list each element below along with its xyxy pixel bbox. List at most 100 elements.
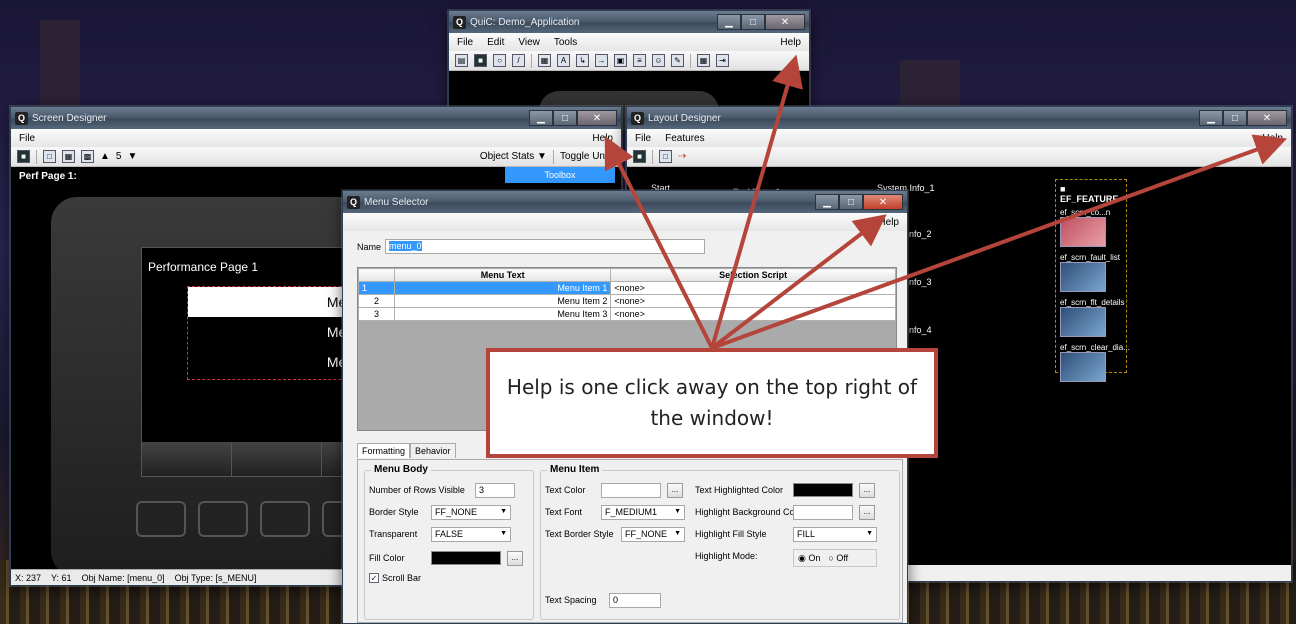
grid-icon[interactable]: ▦ [62,150,75,163]
hardware-button[interactable] [136,501,186,537]
pencil-icon[interactable]: / [512,54,525,67]
maximize-button[interactable]: □ [553,110,577,126]
text-font-label: Text Font [545,507,583,517]
page-down-arrow-icon[interactable]: ▼ [127,151,137,162]
database-icon[interactable]: ≡ [633,54,646,67]
minimize-button[interactable]: ▁ [529,110,553,126]
menu-view[interactable]: View [518,37,540,48]
rows-visible-field[interactable]: 3 [475,483,515,498]
feature-item[interactable]: ef_scrn_flt_details [1060,298,1124,337]
connect-icon[interactable]: ↳ [576,54,589,67]
menu-selector-titlebar[interactable]: Q Menu Selector ▁ □ ✕ [343,191,907,213]
image-icon[interactable]: ▣ [614,54,627,67]
grid-icon[interactable]: ▦ [538,54,551,67]
menu-text-header[interactable]: Menu Text [393,268,612,282]
menu-file[interactable]: File [457,37,473,48]
maximize-button[interactable]: □ [839,194,863,210]
toggle-units-button[interactable]: Toggle Units [560,151,615,162]
close-button[interactable]: ✕ [765,14,805,30]
minimize-button[interactable]: ▁ [815,194,839,210]
feature-item[interactable]: ef_scrn_co...n [1060,208,1122,247]
layout-designer-titlebar[interactable]: Q Layout Designer ▁ □ ✕ [627,107,1291,129]
checkbox-icon[interactable]: ✓ [369,573,379,583]
feature-item[interactable]: ef_scrn_clear_dia... [1060,343,1130,382]
minimize-button[interactable]: ▁ [1199,110,1223,126]
text-icon[interactable]: A [557,54,570,67]
open-icon[interactable]: ▤ [455,54,468,67]
close-button[interactable]: ✕ [577,110,617,126]
toolbox-button[interactable]: Toolbox [505,167,615,183]
radio-unselected-icon[interactable]: ○ [828,553,833,563]
hardware-button[interactable] [198,501,248,537]
close-button[interactable]: ✕ [1247,110,1287,126]
snap-grid-icon[interactable]: ▩ [81,150,94,163]
text-font-select[interactable]: F_MEDIUM1 [601,505,685,520]
import-icon[interactable]: ⇥ [716,54,729,67]
app-icon: Q [631,111,644,125]
text-color-field[interactable] [601,483,661,498]
fill-color-swatch[interactable] [431,551,501,565]
screen-designer-toolbar: ■ □ ▦ ▩ ▲ 5 ▼ Object Stats ▼ Toggle Unit… [11,147,621,167]
menu-body-group: Menu Body Number of Rows Visible 3 Borde… [364,464,534,620]
sys-info-node[interactable]: nfo_3 [909,277,932,287]
selection-script-header[interactable]: Selection Script [610,268,896,282]
help-menu[interactable]: Help [878,217,899,228]
screen-designer-titlebar[interactable]: Q Screen Designer ▁ □ ✕ [11,107,621,129]
quic-main-window: Q QuiC: Demo_Application ▁ □ ✕ File Edit… [448,10,810,131]
table-row[interactable]: 3 Menu Item 3 <none> [358,307,896,321]
feature-group[interactable]: ■ EF_FEATURE ef_scrn_co...n ef_scrn_faul… [1055,179,1130,382]
table-row[interactable]: 2 Menu Item 2 <none> [358,294,896,308]
edit-icon[interactable]: ✎ [671,54,684,67]
frame-icon[interactable]: □ [43,150,56,163]
maximize-button[interactable]: □ [741,14,765,30]
highlight-bg-picker-button[interactable]: ... [859,505,875,520]
minimize-button[interactable]: ▁ [717,14,741,30]
maximize-button[interactable]: □ [1223,110,1247,126]
frame-icon[interactable]: □ [659,150,672,163]
search-icon[interactable]: ○ [493,54,506,67]
tab-formatting[interactable]: Formatting [357,443,411,458]
save-icon[interactable]: ■ [474,54,487,67]
radio-off[interactable]: ○ Off [828,553,848,563]
radio-on[interactable]: ◉ On [798,553,820,564]
border-style-select[interactable]: FF_NONE [431,505,511,520]
sys-info-node[interactable]: nfo_4 [909,325,932,335]
sys-info-node[interactable]: nfo_2 [909,229,932,239]
highlight-mode-radio-group: ◉ On ○ Off [793,549,877,567]
highlighted-color-swatch[interactable] [793,483,853,497]
save-icon[interactable]: ■ [17,150,30,163]
text-spacing-field[interactable]: 0 [609,593,661,608]
menu-file[interactable]: File [635,133,651,144]
name-field[interactable]: menu_0 [385,239,706,254]
scroll-bar-checkbox[interactable]: ✓ Scroll Bar [369,573,421,583]
window-title: Layout Designer [648,112,721,124]
text-border-select[interactable]: FF_NONE [621,527,685,542]
quic-titlebar[interactable]: Q QuiC: Demo_Application ▁ □ ✕ [449,11,809,33]
highlighted-color-picker-button[interactable]: ... [859,483,875,498]
menu-features[interactable]: Features [665,133,704,144]
table-row[interactable]: 1 Menu Item 1 <none> [358,281,896,295]
highlight-fill-select[interactable]: FILL [793,527,877,542]
transition-arrow-icon[interactable]: ⇢ [678,151,686,162]
close-button[interactable]: ✕ [863,194,903,210]
save-icon[interactable]: ■ [633,150,646,163]
transparent-select[interactable]: FALSE [431,527,511,542]
hardware-button[interactable] [260,501,310,537]
tab-behavior[interactable]: Behavior [410,443,456,458]
arrow-icon[interactable]: → [595,54,608,67]
radio-selected-icon[interactable]: ◉ [798,553,806,563]
highlight-bg-field[interactable] [793,505,853,520]
help-menu[interactable]: Help [780,37,801,48]
help-menu[interactable]: Help [1262,133,1283,144]
menu-file[interactable]: File [19,133,35,144]
users-icon[interactable]: ☺ [652,54,665,67]
object-stats-dropdown[interactable]: Object Stats ▼ [480,151,547,162]
fill-color-picker-button[interactable]: ... [507,551,523,566]
feature-item[interactable]: ef_scrn_fault_list [1060,253,1122,292]
layout-icon[interactable]: ▦ [697,54,710,67]
text-color-picker-button[interactable]: ... [667,483,683,498]
page-up-arrow-icon[interactable]: ▲ [100,151,110,162]
help-menu[interactable]: Help [592,133,613,144]
menu-tools[interactable]: Tools [554,37,577,48]
menu-edit[interactable]: Edit [487,37,504,48]
